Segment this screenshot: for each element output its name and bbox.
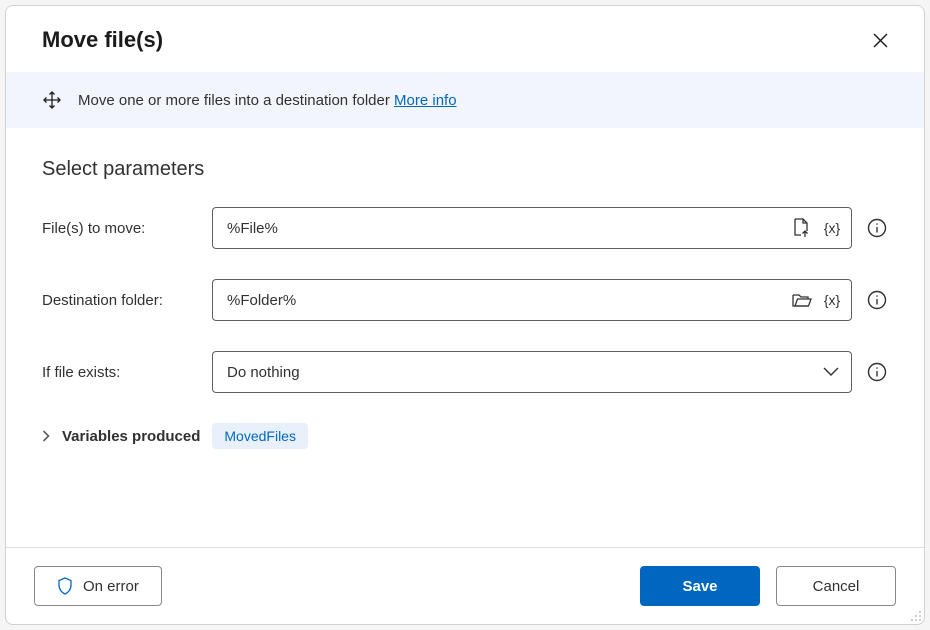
save-label: Save xyxy=(682,578,717,595)
variable-icon: {x} xyxy=(824,292,840,308)
files-input-value: %File% xyxy=(227,220,791,237)
on-error-button[interactable]: On error xyxy=(34,566,162,606)
dialog-header: Move file(s) xyxy=(6,6,924,72)
exists-label: If file exists: xyxy=(42,364,204,381)
variables-produced-row: Variables produced MovedFiles xyxy=(42,423,888,449)
move-arrows-icon xyxy=(42,90,62,110)
chevron-right-icon xyxy=(42,430,50,442)
info-icon xyxy=(867,362,887,382)
dest-input-value: %Folder% xyxy=(227,292,791,309)
close-button[interactable] xyxy=(864,24,896,56)
files-help[interactable] xyxy=(866,217,888,239)
insert-variable-button[interactable]: {x} xyxy=(821,217,843,239)
info-bar: Move one or more files into a destinatio… xyxy=(6,72,924,128)
variable-chip[interactable]: MovedFiles xyxy=(212,423,308,449)
move-files-dialog: Move file(s) Move one or more files into… xyxy=(5,5,925,625)
files-label: File(s) to move: xyxy=(42,220,204,237)
info-icon xyxy=(867,290,887,310)
select-file-button[interactable] xyxy=(791,217,813,239)
on-error-label: On error xyxy=(83,578,139,595)
field-destination-folder: Destination folder: %Folder% xyxy=(42,279,888,321)
dialog-footer: On error Save Cancel xyxy=(6,547,924,624)
info-text-wrap: Move one or more files into a destinatio… xyxy=(78,92,457,109)
field-if-file-exists: If file exists: Do nothing xyxy=(42,351,888,393)
exists-select[interactable]: Do nothing xyxy=(212,351,852,393)
files-input[interactable]: %File% {x} xyxy=(212,207,852,249)
dialog-title: Move file(s) xyxy=(42,27,163,53)
dest-help[interactable] xyxy=(866,289,888,311)
info-text: Move one or more files into a destinatio… xyxy=(78,92,394,109)
cancel-label: Cancel xyxy=(813,578,860,595)
folder-picker-icon xyxy=(792,292,812,308)
section-title: Select parameters xyxy=(42,158,888,181)
exists-help[interactable] xyxy=(866,361,888,383)
exists-value: Do nothing xyxy=(227,364,823,381)
more-info-link[interactable]: More info xyxy=(394,92,457,109)
close-icon xyxy=(873,33,888,48)
dest-input[interactable]: %Folder% {x} xyxy=(212,279,852,321)
field-files-to-move: File(s) to move: %File% xyxy=(42,207,888,249)
variable-icon: {x} xyxy=(824,220,840,236)
shield-icon xyxy=(57,577,73,595)
insert-variable-button[interactable]: {x} xyxy=(821,289,843,311)
select-folder-button[interactable] xyxy=(791,289,813,311)
chevron-down-icon xyxy=(823,367,839,377)
file-picker-icon xyxy=(793,218,811,238)
variables-label: Variables produced xyxy=(62,428,200,445)
dest-label: Destination folder: xyxy=(42,292,204,309)
cancel-button[interactable]: Cancel xyxy=(776,566,896,606)
save-button[interactable]: Save xyxy=(640,566,760,606)
dialog-content: Select parameters File(s) to move: %File… xyxy=(6,128,924,547)
resize-grip-icon[interactable] xyxy=(910,610,922,622)
info-icon xyxy=(867,218,887,238)
expand-variables[interactable] xyxy=(42,430,50,442)
